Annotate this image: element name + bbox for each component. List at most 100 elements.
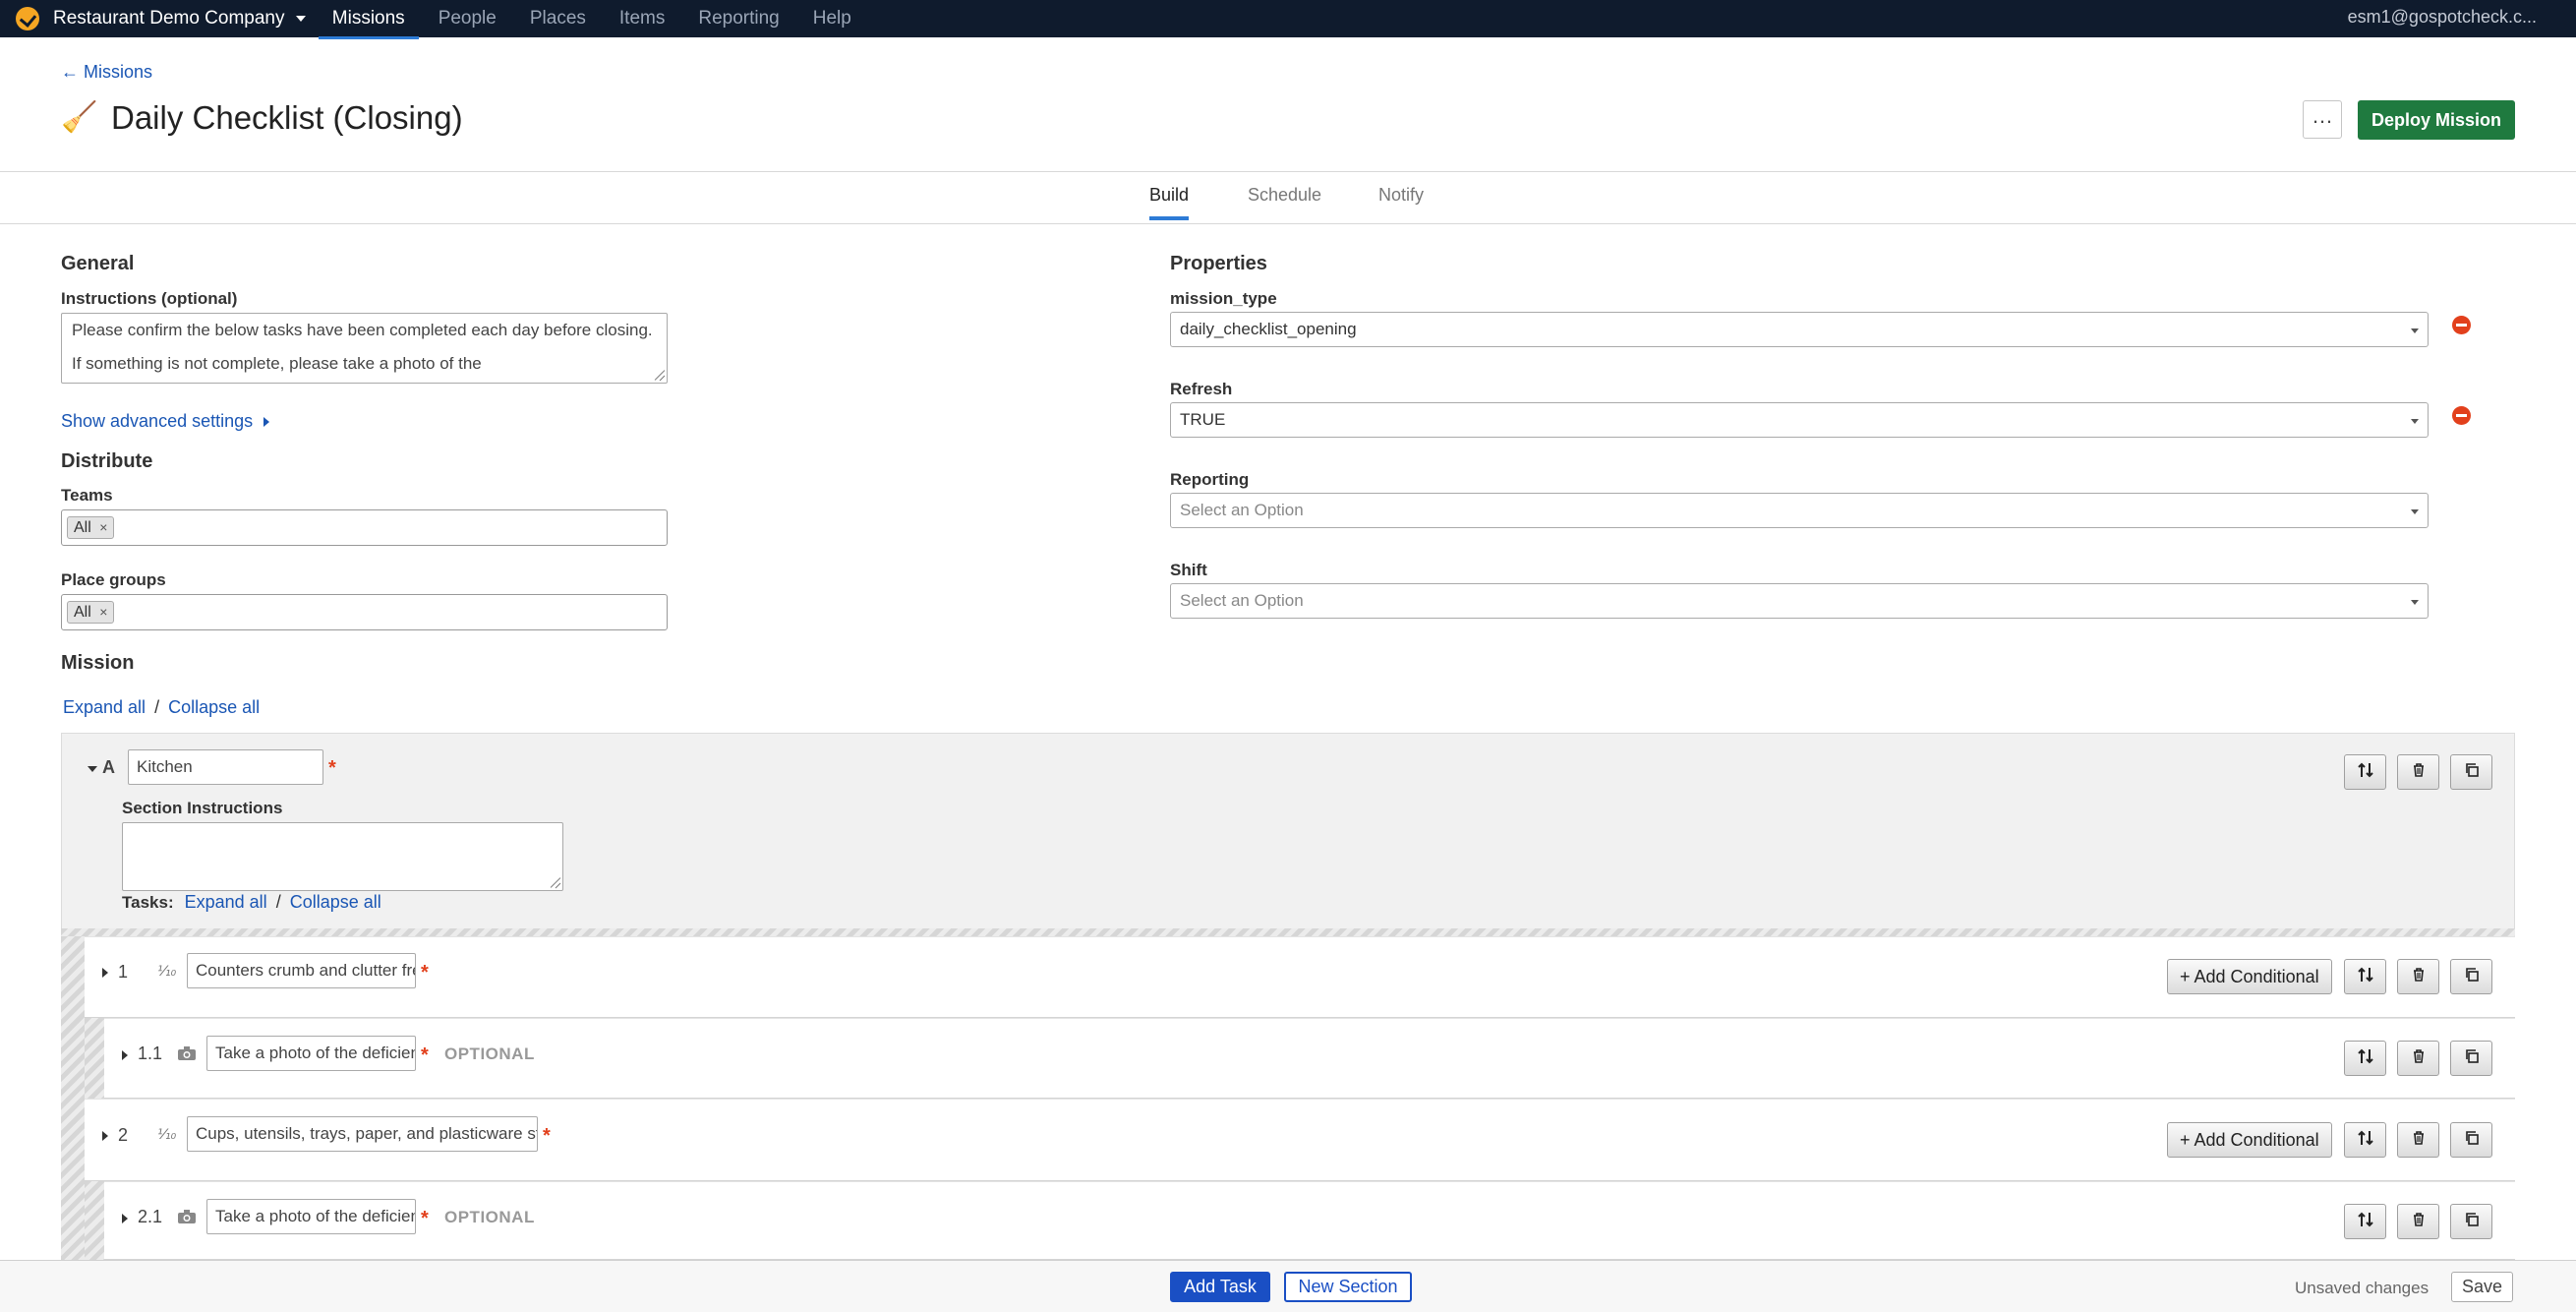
section-instructions-textarea[interactable] — [122, 822, 563, 891]
show-advanced-settings-link[interactable]: Show advanced settings — [61, 411, 270, 432]
back-to-missions-link[interactable]: ← Missions — [61, 62, 152, 83]
section-name-input[interactable]: Kitchen — [128, 749, 323, 785]
tasks-label: Tasks: — [122, 893, 174, 912]
duplicate-task-button[interactable] — [2450, 1204, 2492, 1239]
expand-task-icon[interactable] — [122, 1050, 128, 1060]
copy-icon — [2464, 1130, 2480, 1151]
company-name: Restaurant Demo Company — [53, 8, 285, 29]
delete-section-button[interactable] — [2397, 754, 2439, 790]
duplicate-task-button[interactable] — [2450, 1041, 2492, 1076]
task-text: Take a photo of the deficiency — [215, 1207, 416, 1225]
camera-icon — [177, 1045, 197, 1066]
copy-icon — [2464, 762, 2480, 783]
user-menu[interactable]: esm1@gospotcheck.c... — [2348, 0, 2537, 33]
task-text-input[interactable]: Cups, utensils, trays, paper, and plasti… — [187, 1116, 538, 1152]
remove-property-icon[interactable] — [2452, 316, 2471, 334]
mission-heading: Mission — [61, 652, 135, 674]
task-text: Take a photo of the deficiency — [215, 1044, 416, 1062]
expand-task-icon[interactable] — [102, 1131, 108, 1141]
tasks-expand-all-link[interactable]: Expand all — [185, 892, 267, 912]
nav-missions[interactable]: Missions — [318, 0, 419, 39]
collapse-all-link[interactable]: Collapse all — [168, 697, 260, 717]
teams-input[interactable]: All × — [61, 509, 668, 546]
add-task-button[interactable]: Add Task — [1170, 1272, 1270, 1302]
refresh-select[interactable]: TRUE — [1170, 402, 2429, 438]
task-text: Counters crumb and clutter free — [196, 961, 416, 980]
task-number: 2.1 — [138, 1207, 163, 1226]
new-section-button[interactable]: New Section — [1284, 1272, 1412, 1302]
required-marker: * — [328, 757, 336, 779]
company-switcher[interactable]: Restaurant Demo Company — [53, 8, 306, 30]
caret-right-icon — [263, 417, 270, 428]
tasks-collapse-all-link[interactable]: Collapse all — [290, 892, 381, 912]
property-label: Refresh — [1170, 380, 1233, 398]
add-conditional-button[interactable]: + Add Conditional — [2167, 959, 2332, 994]
expand-all-link[interactable]: Expand all — [63, 697, 146, 717]
reorder-task-button[interactable] — [2344, 959, 2386, 994]
resize-handle-icon[interactable] — [549, 876, 560, 888]
duplicate-task-button[interactable] — [2450, 1122, 2492, 1158]
duplicate-task-button[interactable] — [2450, 959, 2492, 994]
tab-notify[interactable]: Notify — [1378, 185, 1424, 219]
nav-items[interactable]: Items — [619, 0, 665, 37]
required-marker: * — [421, 1044, 429, 1066]
tab-build[interactable]: Build — [1149, 185, 1190, 220]
trash-icon — [2411, 1212, 2427, 1232]
tab-schedule[interactable]: Schedule — [1248, 185, 1321, 219]
mission-type-select[interactable]: daily_checklist_opening — [1170, 312, 2429, 347]
task-text-input[interactable]: Take a photo of the deficiency — [206, 1199, 416, 1234]
reorder-section-button[interactable] — [2344, 754, 2386, 790]
delete-task-button[interactable] — [2397, 1041, 2439, 1076]
shift-select[interactable]: Select an Option — [1170, 583, 2429, 619]
expand-task-icon[interactable] — [102, 968, 108, 978]
fraction-task-icon: ⅒ — [157, 963, 177, 979]
save-button[interactable]: Save — [2451, 1272, 2513, 1302]
drop-zone-divider — [61, 928, 2515, 936]
properties-heading: Properties — [1170, 253, 1267, 274]
nav-people[interactable]: People — [439, 0, 497, 37]
nav-help[interactable]: Help — [813, 0, 851, 37]
task-text-input[interactable]: Take a photo of the deficiency — [206, 1036, 416, 1071]
task-text-input[interactable]: Counters crumb and clutter free — [187, 953, 416, 988]
expand-task-icon[interactable] — [122, 1214, 128, 1223]
delete-task-button[interactable] — [2397, 959, 2439, 994]
delete-task-button[interactable] — [2397, 1204, 2439, 1239]
nav-places[interactable]: Places — [530, 0, 586, 37]
copy-icon — [2464, 967, 2480, 987]
instructions-textarea[interactable]: Please confirm the below tasks have been… — [61, 313, 668, 384]
optional-badge: OPTIONAL — [444, 1044, 535, 1063]
nav-reporting[interactable]: Reporting — [698, 0, 779, 37]
reorder-task-button[interactable] — [2344, 1041, 2386, 1076]
required-marker: * — [421, 962, 429, 984]
place-groups-label: Place groups — [61, 570, 166, 589]
property-label: Reporting — [1170, 470, 1250, 489]
chevron-down-icon — [2411, 328, 2419, 333]
copy-icon — [2464, 1048, 2480, 1069]
reporting-select[interactable]: Select an Option — [1170, 493, 2429, 528]
general-heading: General — [61, 253, 135, 274]
top-nav: Restaurant Demo Company Missions People … — [0, 0, 2576, 39]
more-options-button[interactable]: … — [2303, 100, 2342, 139]
reorder-task-button[interactable] — [2344, 1204, 2386, 1239]
reorder-task-button[interactable] — [2344, 1122, 2386, 1158]
remove-chip-icon[interactable]: × — [99, 519, 107, 535]
remove-chip-icon[interactable]: × — [99, 604, 107, 620]
place-groups-input[interactable]: All × — [61, 594, 668, 630]
place-groups-chip: All × — [67, 601, 115, 624]
delete-task-button[interactable] — [2397, 1122, 2439, 1158]
duplicate-section-button[interactable] — [2450, 754, 2492, 790]
deploy-mission-button[interactable]: Deploy Mission — [2358, 100, 2515, 140]
property-label: mission_type — [1170, 289, 1277, 308]
chevron-down-icon — [295, 15, 306, 22]
select-placeholder: Select an Option — [1180, 591, 1304, 610]
resize-handle-icon[interactable] — [653, 369, 665, 381]
task-row — [85, 936, 2515, 1018]
add-conditional-button[interactable]: + Add Conditional — [2167, 1122, 2332, 1158]
chevron-down-icon — [2411, 600, 2419, 605]
collapse-section-icon[interactable] — [88, 766, 97, 772]
mission-expand-controls: Expand all / Collapse all — [63, 697, 260, 718]
app-logo-icon[interactable] — [16, 7, 39, 30]
section-instructions-label: Section Instructions — [122, 799, 283, 817]
section-letter: A — [102, 757, 115, 777]
remove-property-icon[interactable] — [2452, 406, 2471, 425]
